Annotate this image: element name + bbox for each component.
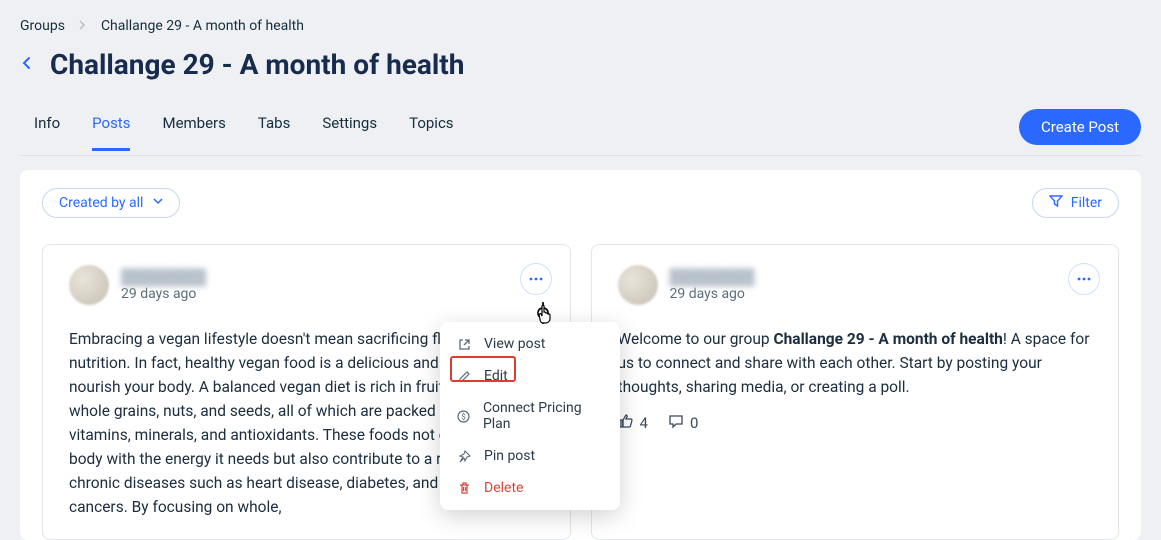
post-card: ████████ 29 days ago Welcome to our grou… (591, 244, 1120, 540)
dollar-circle-icon: $ (456, 410, 471, 423)
avatar (69, 265, 109, 305)
comment-number: 0 (690, 414, 698, 432)
chevron-down-icon (153, 198, 163, 209)
filter-label: Filter (1071, 195, 1102, 211)
post-timestamp: 29 days ago (670, 286, 755, 302)
created-by-label: Created by all (59, 195, 143, 211)
tab-info[interactable]: Info (34, 114, 60, 151)
breadcrumb: Groups Challange 29 - A month of health (20, 18, 1141, 34)
post-body-bold: Challange 29 - A month of health (773, 330, 1002, 348)
post-author: ████████ (121, 268, 206, 286)
menu-pin-post[interactable]: Pin post (440, 440, 620, 472)
tab-members[interactable]: Members (162, 114, 225, 151)
menu-delete[interactable]: Delete (440, 472, 620, 504)
breadcrumb-current: Challange 29 - A month of health (101, 18, 304, 34)
breadcrumb-root[interactable]: Groups (20, 18, 65, 34)
filter-button[interactable]: Filter (1032, 188, 1119, 218)
page-title: Challange 29 - A month of health (50, 48, 464, 81)
like-count[interactable]: 4 (618, 413, 648, 433)
svg-text:$: $ (461, 412, 466, 421)
post-context-menu: View post Edit $ Connect Pricing Plan Pi… (440, 322, 620, 510)
external-link-icon (456, 338, 472, 351)
menu-label: Delete (484, 480, 523, 496)
comment-count[interactable]: 0 (668, 413, 698, 433)
chevron-right-icon (79, 18, 87, 34)
post-body-text: Welcome to our group (618, 330, 774, 348)
menu-label: Pin post (484, 448, 535, 464)
menu-connect-pricing[interactable]: $ Connect Pricing Plan (440, 392, 620, 440)
post-more-button[interactable] (520, 263, 552, 295)
comment-icon (668, 413, 684, 433)
trash-icon (456, 482, 472, 495)
menu-label: Connect Pricing Plan (483, 400, 604, 432)
tab-tabs[interactable]: Tabs (258, 114, 290, 151)
tabs: Info Posts Members Tabs Settings Topics (20, 114, 454, 151)
tab-posts[interactable]: Posts (92, 114, 130, 151)
tab-settings[interactable]: Settings (322, 114, 377, 151)
pin-icon (456, 450, 472, 463)
like-number: 4 (640, 414, 648, 432)
menu-label: Edit (484, 368, 508, 384)
menu-edit[interactable]: Edit (440, 360, 620, 392)
filter-icon (1049, 195, 1063, 211)
create-post-button[interactable]: Create Post (1019, 109, 1141, 145)
pencil-icon (456, 370, 472, 383)
created-by-dropdown[interactable]: Created by all (42, 188, 180, 218)
menu-view-post[interactable]: View post (440, 328, 620, 360)
post-body: Welcome to our group Challange 29 - A mo… (618, 327, 1093, 399)
menu-label: View post (484, 336, 545, 352)
back-button[interactable] (20, 54, 34, 75)
post-author: ████████ (670, 268, 755, 286)
post-timestamp: 29 days ago (121, 286, 206, 302)
avatar (618, 265, 658, 305)
tab-topics[interactable]: Topics (409, 114, 453, 151)
post-more-button[interactable] (1068, 263, 1100, 295)
